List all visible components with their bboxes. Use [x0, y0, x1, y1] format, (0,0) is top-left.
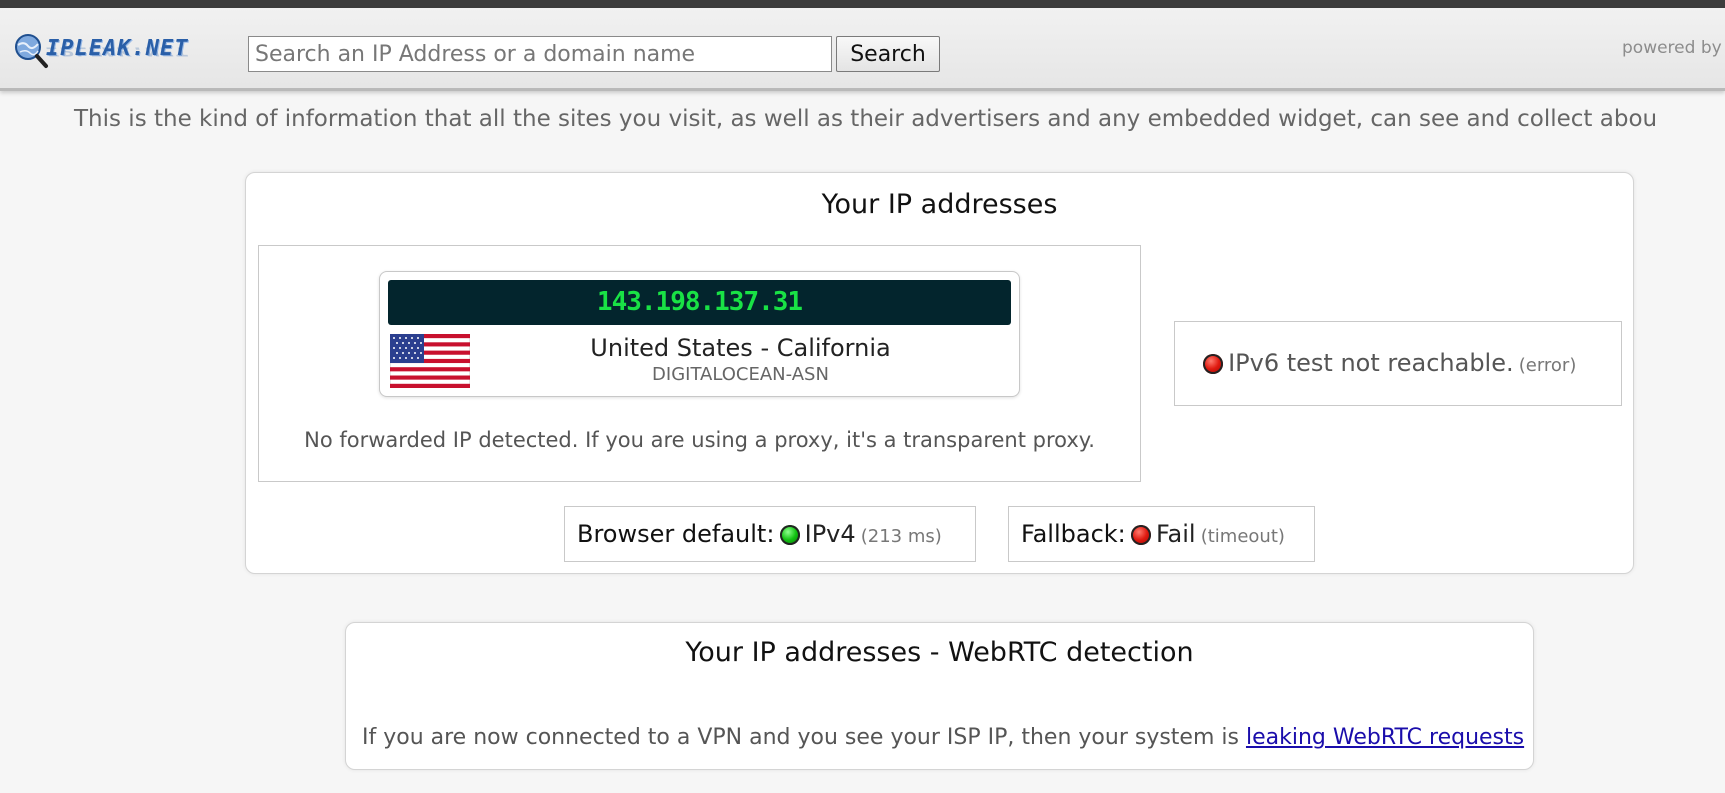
fallback-value: Fail [1155, 520, 1196, 548]
browser-default-detail: (213 ms) [860, 526, 942, 547]
window-top-bar [0, 0, 1725, 8]
webrtc-panel-title: Your IP addresses - WebRTC detection [685, 637, 1194, 668]
browser-default-box: Browser default: IPv4 (213 ms) [564, 506, 976, 562]
ipv6-box: IPv6 test not reachable. (error) [1174, 321, 1622, 406]
ip-address: 143.198.137.31 [388, 280, 1011, 325]
forwarded-ip-note: No forwarded IP detected. If you are usi… [304, 428, 1095, 452]
webrtc-leak-link[interactable]: leaking WebRTC requests [1246, 725, 1524, 750]
status-dot-icon [1130, 524, 1151, 545]
ip-asn: DIGITALOCEAN-ASN [652, 364, 829, 385]
fallback-detail: (timeout) [1200, 526, 1285, 547]
logo-text-reflection: IPLEAK.NET [46, 44, 189, 58]
ipv4-box: 143.198.137.31 United States - Californi… [258, 245, 1141, 482]
search-input[interactable] [248, 36, 832, 72]
intro-text: This is the kind of information that all… [74, 106, 1658, 132]
site-logo[interactable]: IPLEAK.NET IPLEAK.NET [12, 28, 217, 78]
panel-title: Your IP addresses [821, 189, 1058, 220]
ip-card: 143.198.137.31 United States - Californi… [379, 271, 1020, 397]
fallback-box: Fallback: Fail (timeout) [1008, 506, 1315, 562]
webrtc-note: If you are now connected to a VPN and yo… [362, 725, 1524, 750]
us-flag-icon [390, 334, 470, 388]
search-button[interactable]: Search [836, 36, 940, 72]
ipv6-detail: (error) [1518, 355, 1577, 376]
webrtc-note-text: If you are now connected to a VPN and yo… [362, 725, 1239, 750]
header-bar: IPLEAK.NET IPLEAK.NET Search powered by [0, 8, 1725, 91]
ip-location: United States - California [590, 334, 891, 362]
browser-default-label: Browser default: [577, 520, 775, 548]
status-dot-icon [779, 524, 800, 545]
webrtc-panel: Your IP addresses - WebRTC detection If … [345, 622, 1534, 770]
globe-magnifier-icon [15, 34, 48, 68]
powered-by-text: powered by [1622, 38, 1722, 58]
fallback-label: Fallback: [1021, 520, 1126, 548]
status-dot-icon [1203, 353, 1223, 374]
ip-addresses-panel: Your IP addresses 143.198.137.31 United … [245, 172, 1634, 574]
ipv6-message: IPv6 test not reachable. [1228, 349, 1514, 377]
browser-default-value: IPv4 [804, 520, 856, 548]
